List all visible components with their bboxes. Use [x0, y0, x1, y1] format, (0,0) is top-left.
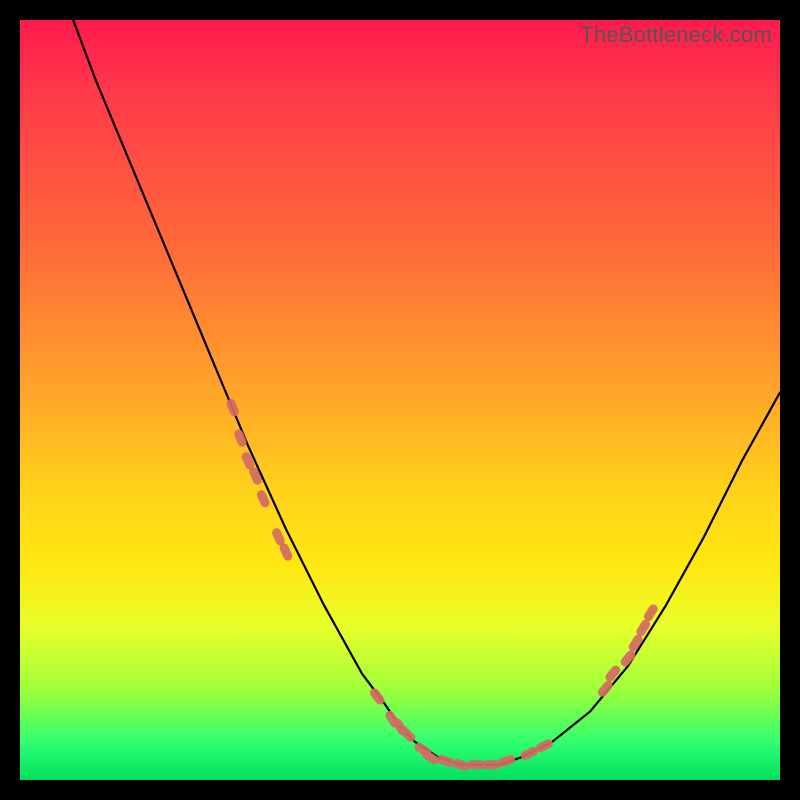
marker-pill — [436, 754, 456, 768]
marker-pill — [619, 649, 637, 669]
marker-group — [225, 398, 659, 772]
marker-pill — [596, 679, 614, 699]
bottleneck-curve — [73, 20, 780, 765]
marker-pill — [225, 398, 240, 418]
plot-area: TheBottleneck.com — [20, 20, 780, 780]
marker-pill — [482, 760, 500, 769]
marker-pill — [604, 664, 622, 684]
chart-svg — [20, 20, 780, 780]
marker-pill — [496, 754, 516, 768]
outer-frame: TheBottleneck.com — [0, 0, 800, 800]
